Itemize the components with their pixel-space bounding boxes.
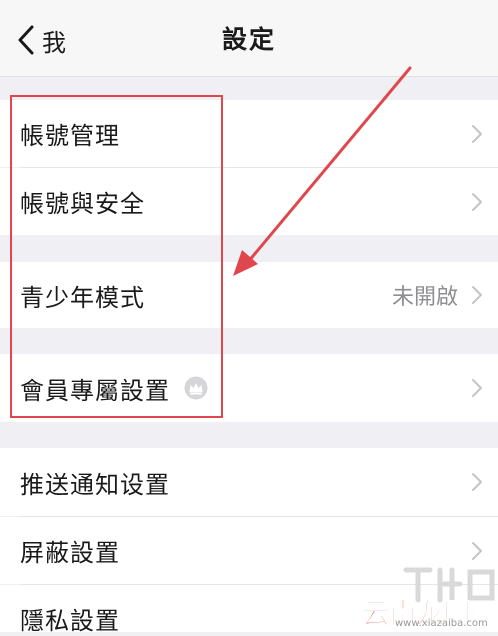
teen-mode-status: 未開啟 <box>391 285 458 310</box>
chevron-right-icon <box>472 286 482 304</box>
settings-item-label: 帳號管理 <box>20 122 120 150</box>
crown-icon <box>184 376 208 400</box>
settings-item-label: 會員專屬設置 <box>20 371 208 406</box>
chevron-right-icon <box>472 192 482 211</box>
settings-item-member-settings[interactable]: 會員專屬設置 <box>0 354 498 422</box>
chevron-right-icon <box>472 124 482 143</box>
settings-item-label: 青少年模式 <box>20 283 145 312</box>
settings-item-account-security[interactable]: 帳號與安全 <box>0 168 498 235</box>
chevron-right-icon <box>472 379 482 397</box>
chevron-right-icon <box>472 541 482 560</box>
watermark-url: www.xiazaiba.com <box>395 618 488 629</box>
chevron-right-icon <box>472 473 482 491</box>
member-settings-label: 會員專屬設置 <box>20 376 170 405</box>
settings-item-label: 屏蔽設置 <box>20 539 120 567</box>
page-title: 設定 <box>221 25 276 54</box>
settings-item-teen-mode[interactable]: 青少年模式 未開啟 <box>0 262 498 328</box>
settings-item-account-management[interactable]: 帳號管理 <box>0 100 498 167</box>
settings-item-label: 帳號與安全 <box>20 190 145 218</box>
navigation-bar: 我 設定 <box>0 0 498 77</box>
settings-item-push-notifications[interactable]: 推送通知设置 <box>0 448 498 516</box>
settings-item-label: 隱私設置 <box>20 607 120 635</box>
settings-item-label: 推送通知设置 <box>20 470 170 499</box>
settings-item-block-settings[interactable]: 屏蔽設置 <box>0 517 498 584</box>
